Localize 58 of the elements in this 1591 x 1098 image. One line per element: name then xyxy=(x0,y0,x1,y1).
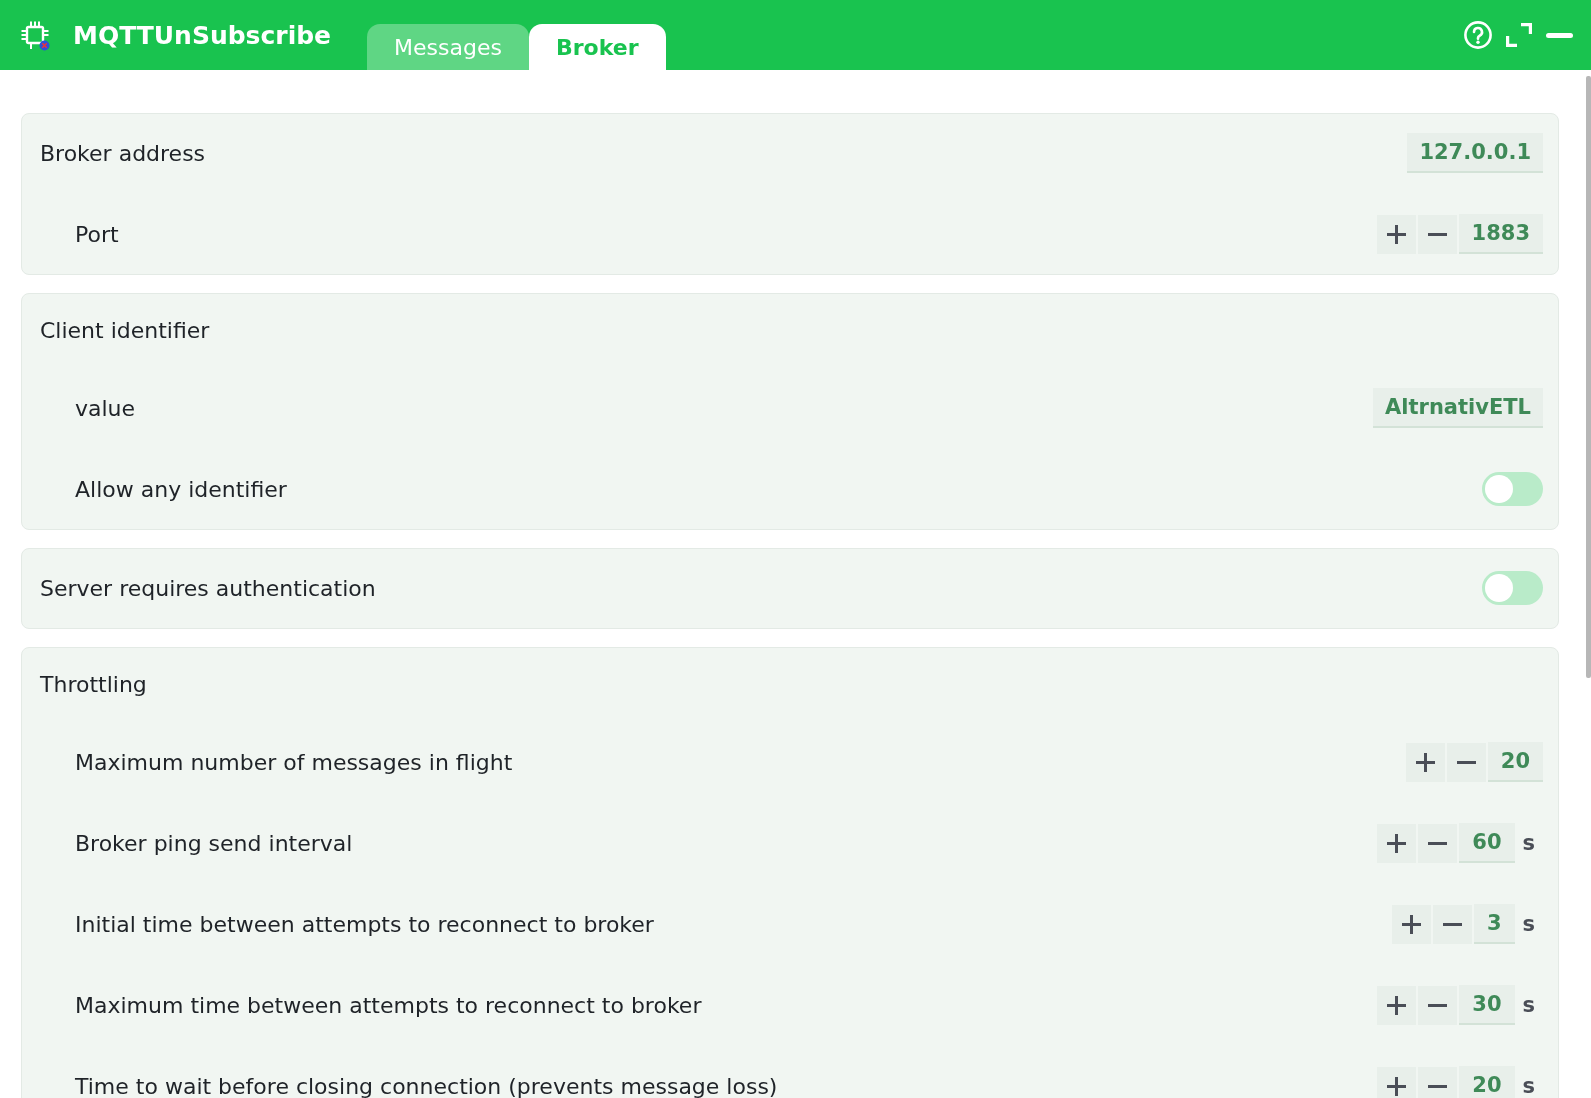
text-field[interactable]: AltrnativETL xyxy=(1373,388,1543,428)
minus-icon xyxy=(1442,922,1462,926)
decrement-button[interactable] xyxy=(1432,904,1472,944)
minus-icon xyxy=(1428,1084,1448,1088)
increment-button[interactable] xyxy=(1377,823,1417,863)
unit-label: s xyxy=(1522,1074,1535,1098)
section-label: Broker address xyxy=(40,140,206,166)
tab[interactable]: Broker xyxy=(528,24,666,70)
plus-icon xyxy=(1386,224,1406,244)
chip-icon xyxy=(20,20,50,51)
unit-label: s xyxy=(1522,993,1535,1017)
unit-label: s xyxy=(1522,912,1535,936)
minus-icon xyxy=(1456,760,1476,764)
section-label: Throttling xyxy=(40,671,147,697)
section-label: Server requires authentication xyxy=(40,575,376,601)
minus-icon xyxy=(1427,232,1447,236)
plus-icon xyxy=(1387,833,1407,853)
setting-label: Broker ping send interval xyxy=(75,830,353,856)
unit-label: s xyxy=(1522,831,1535,855)
number-field[interactable]: 3 xyxy=(1473,904,1515,944)
decrement-button[interactable] xyxy=(1418,985,1458,1025)
setting-label: Maximum time between attempts to reconnect to broker xyxy=(75,992,702,1018)
decrement-button[interactable] xyxy=(1417,214,1457,254)
minus-icon xyxy=(1428,841,1448,845)
setting-label: Allow any identifier xyxy=(75,476,287,502)
app-title: MQTTUnSubscribe xyxy=(73,20,332,50)
number-field[interactable]: 60 xyxy=(1459,823,1515,863)
tab[interactable]: Messages xyxy=(367,24,529,70)
decrement-button[interactable] xyxy=(1418,823,1458,863)
minimize-icon xyxy=(1546,32,1573,38)
number-field[interactable]: 30 xyxy=(1459,985,1515,1025)
toggle-switch[interactable] xyxy=(1482,472,1543,506)
setting-label: Initial time between attempts to reconnect to broker xyxy=(75,911,654,937)
text-field[interactable]: 127.0.0.1 xyxy=(1407,133,1543,173)
plus-icon xyxy=(1387,1076,1407,1096)
setting-label: Maximum number of messages in flight xyxy=(75,749,513,775)
increment-button[interactable] xyxy=(1391,904,1431,944)
increment-button[interactable] xyxy=(1405,742,1445,782)
decrement-button[interactable] xyxy=(1418,1066,1458,1098)
number-field[interactable]: 20 xyxy=(1459,1066,1515,1098)
help-icon xyxy=(1464,21,1492,49)
number-field[interactable]: 1883 xyxy=(1458,214,1543,254)
plus-icon xyxy=(1415,752,1435,772)
plus-icon xyxy=(1401,914,1421,934)
setting-label: Port xyxy=(75,221,119,247)
plus-icon xyxy=(1387,995,1407,1015)
section-label: Client identifier xyxy=(40,317,210,343)
increment-button[interactable] xyxy=(1377,1066,1417,1098)
scrollbar-thumb[interactable] xyxy=(1586,76,1591,678)
minus-icon xyxy=(1428,1003,1448,1007)
setting-label: Time to wait before closing connection (prevents message loss) xyxy=(75,1073,778,1098)
toggle-switch[interactable] xyxy=(1482,571,1543,605)
setting-label: value xyxy=(75,395,136,421)
expand-icon xyxy=(1506,23,1532,47)
increment-button[interactable] xyxy=(1376,214,1416,254)
decrement-button[interactable] xyxy=(1446,742,1486,782)
number-field[interactable]: 20 xyxy=(1487,742,1543,782)
increment-button[interactable] xyxy=(1377,985,1417,1025)
